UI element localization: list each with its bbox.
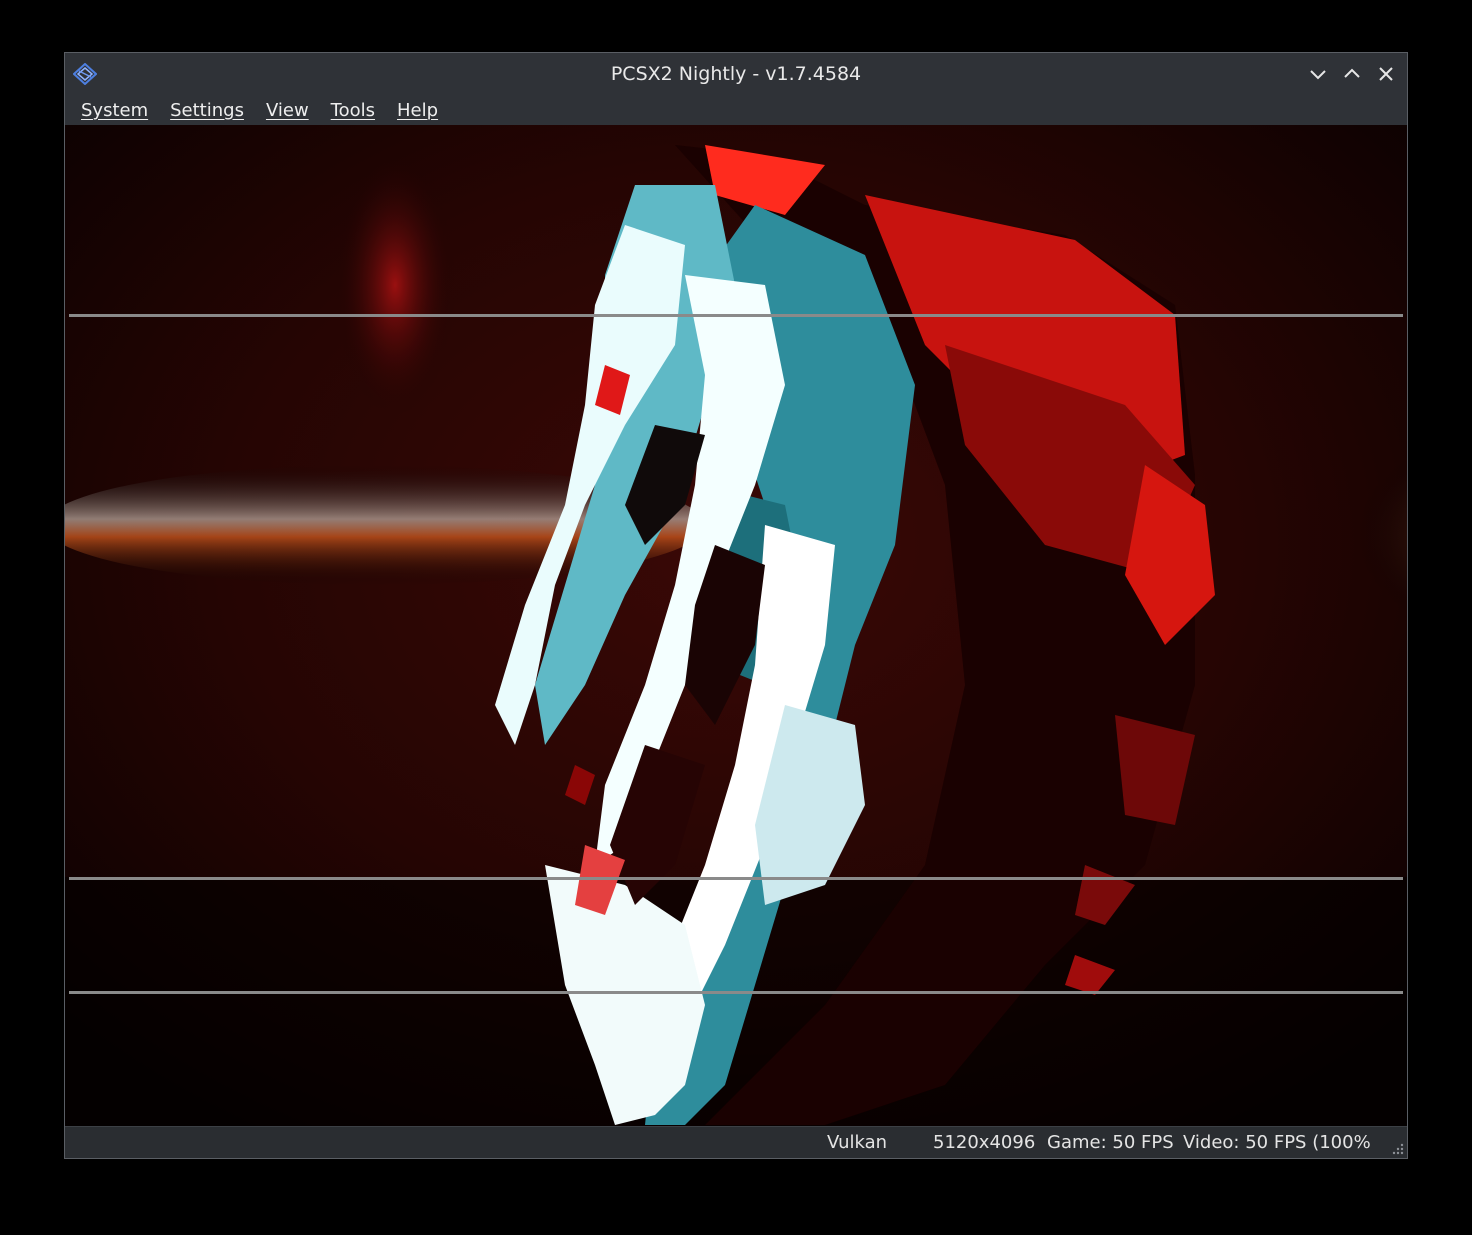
menu-system[interactable]: System — [73, 100, 156, 121]
chevron-down-icon[interactable] — [1307, 63, 1329, 85]
game-render-image — [65, 125, 1407, 1126]
menu-help[interactable]: Help — [389, 100, 446, 121]
title-bar[interactable]: PCSX2 Nightly - v1.7.4584 — [65, 53, 1407, 95]
emulator-window: PCSX2 Nightly - v1.7.4584 System Setting… — [64, 52, 1408, 1159]
menu-view[interactable]: View — [258, 100, 317, 121]
window-title: PCSX2 Nightly - v1.7.4584 — [610, 63, 862, 85]
status-resolution: 5120x4096 — [933, 1132, 1036, 1153]
status-game-fps: Game: 50 FPS — [1047, 1132, 1174, 1153]
chevron-up-icon[interactable] — [1341, 63, 1363, 85]
menu-tools[interactable]: Tools — [323, 100, 383, 121]
resize-grip-icon[interactable] — [1389, 1140, 1405, 1156]
menu-bar: System Settings View Tools Help — [65, 95, 1407, 125]
status-bar: Vulkan 5120x4096 Game: 50 FPS Video: 50 … — [65, 1126, 1407, 1158]
status-renderer: Vulkan — [827, 1132, 888, 1153]
status-video-fps: Video: 50 FPS (100% — [1183, 1132, 1371, 1153]
menu-settings[interactable]: Settings — [162, 100, 252, 121]
close-icon[interactable] — [1375, 63, 1397, 85]
game-display[interactable] — [65, 125, 1407, 1126]
